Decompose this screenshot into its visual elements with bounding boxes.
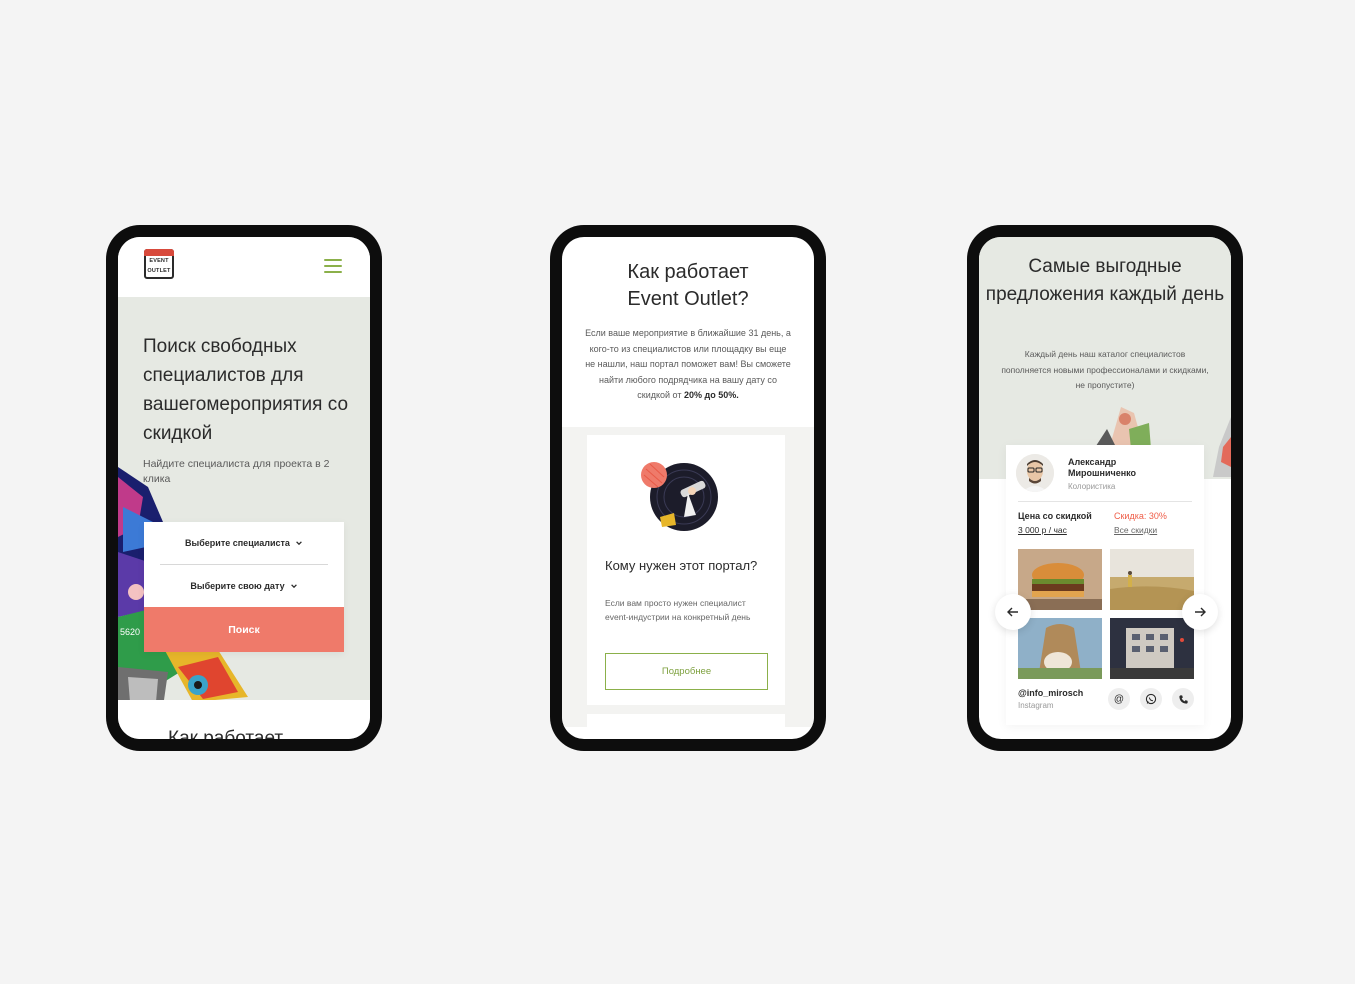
carousel-next-button[interactable]: [1182, 594, 1218, 630]
specialist-select-label: Выберите специалиста: [185, 538, 290, 548]
how-it-works-section: Как работает: [118, 700, 370, 739]
search-form: Выберите специалиста Выберите свою дату …: [144, 522, 344, 652]
title-line-1: Как работает: [627, 261, 749, 283]
decorative-edge-art: [1213, 417, 1231, 477]
hero-title: Поиск свободных специалистов для вашегом…: [143, 336, 349, 444]
hero-section: Поиск свободных специалистов для вашегом…: [118, 297, 370, 700]
offers-header-section: Самые выгодные предложения каждый день К…: [979, 237, 1231, 479]
specialist-last-name: Мирошниченко: [1068, 468, 1137, 478]
info-card: Кому нужен этот портал? Если вам просто …: [587, 435, 785, 705]
telescope-illustration: [641, 462, 718, 531]
social-handle[interactable]: @info_mirosch: [1018, 688, 1083, 698]
card-title: Кому нужен этот портал?: [605, 558, 758, 573]
arrow-right-icon: [1195, 607, 1206, 617]
phone-icon[interactable]: [1172, 688, 1194, 710]
specialist-card[interactable]: Александр Мирошниченко Колористика Цена …: [1006, 445, 1204, 725]
search-button[interactable]: Поиск: [144, 607, 344, 652]
carousel-prev-button[interactable]: [995, 594, 1031, 630]
portfolio-photo-building[interactable]: [1110, 618, 1194, 679]
phone-mockup-home: EVENT OUTLET Поиск свободных специалисто…: [106, 225, 382, 751]
art-number: 5620: [120, 627, 140, 637]
discount-label: Скидка: 30%: [1114, 511, 1167, 521]
portfolio-photo-person[interactable]: [1018, 618, 1102, 679]
site-header: EVENT OUTLET: [118, 237, 370, 297]
specialist-role: Колористика: [1068, 482, 1116, 491]
price-value: 3 000 р / час: [1018, 525, 1067, 535]
title-line-2: Event Outlet?: [627, 288, 749, 310]
chevron-down-icon: [296, 541, 302, 546]
section-description: Каждый день наш каталог специалистов поп…: [1001, 349, 1209, 390]
specialist-name: Александр Мирошниченко: [1068, 457, 1188, 479]
phone-mockup-offers: Самые выгодные предложения каждый день К…: [967, 225, 1243, 751]
section-description: Если ваше мероприятие в ближайшие 31 ден…: [584, 326, 792, 404]
hamburger-menu-icon[interactable]: [324, 259, 342, 273]
calendar-logo-icon[interactable]: EVENT OUTLET: [144, 249, 174, 279]
all-discounts-link[interactable]: Все скидки: [1114, 525, 1157, 535]
logo-text-event: EVENT: [149, 258, 169, 264]
card-divider: [1018, 501, 1192, 502]
date-select[interactable]: Выберите свою дату: [144, 565, 344, 607]
avatar: [1016, 454, 1054, 492]
section-title: Как работает Event Outlet?: [562, 259, 814, 313]
phone-screen: Как работает Event Outlet? Если ваше мер…: [562, 237, 814, 739]
logo-text-outlet: OUTLET: [147, 268, 171, 274]
card-text: Если вам просто нужен специалист event-и…: [605, 598, 751, 622]
at-icon[interactable]: @: [1108, 688, 1130, 710]
arrow-left-icon: [1007, 607, 1018, 617]
cards-area: Кому нужен этот портал? Если вам просто …: [562, 427, 814, 734]
phone-screen: Самые выгодные предложения каждый день К…: [979, 237, 1231, 739]
specialist-select[interactable]: Выберите специалиста: [144, 522, 344, 564]
description-highlight: 20% до 50%.: [683, 390, 739, 400]
more-button[interactable]: Подробнее: [605, 653, 768, 690]
date-select-label: Выберите свою дату: [190, 581, 285, 591]
next-card: [587, 714, 785, 734]
portfolio-photo-field[interactable]: [1110, 549, 1194, 610]
section-title: Как работает: [168, 728, 284, 739]
whatsapp-icon[interactable]: [1140, 688, 1162, 710]
phone-mockup-how-it-works: Как работает Event Outlet? Если ваше мер…: [550, 225, 826, 751]
portfolio-photo-burger[interactable]: [1018, 549, 1102, 610]
phone-screen: EVENT OUTLET Поиск свободных специалисто…: [118, 237, 370, 739]
at-icon-glyph: @: [1113, 693, 1125, 705]
social-source: Instagram: [1018, 701, 1054, 710]
price-label: Цена со скидкой: [1018, 511, 1092, 521]
chevron-down-icon: [290, 584, 297, 589]
section-title: Самые выгодные предложения каждый день: [985, 256, 1225, 305]
decorative-collage: [1094, 407, 1151, 449]
specialist-first-name: Александр: [1068, 457, 1117, 467]
